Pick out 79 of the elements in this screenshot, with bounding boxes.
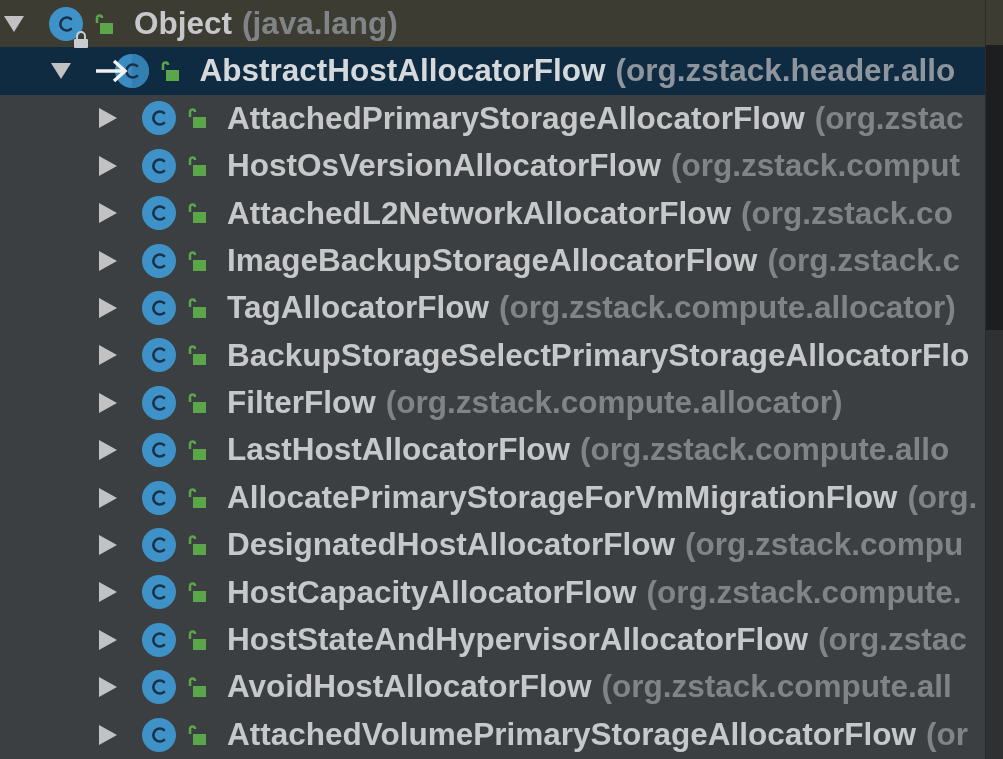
- class-name: AbstractHostAllocatorFlow: [199, 55, 606, 87]
- package-name: (org.zstack.header.allo: [615, 55, 956, 87]
- class-name: BackupStorageSelectPrimaryStorageAllocatorFlo: [227, 339, 970, 372]
- package-name: (org.zstack.compute.all: [601, 671, 952, 703]
- open-lock-icon: [188, 298, 206, 319]
- class-name: DesignatedHostAllocatorFlow: [227, 529, 676, 561]
- package-name: (org.zstack.compute.allocator): [385, 387, 843, 419]
- package-name: (or: [926, 718, 969, 751]
- package-name: (org.zstack.compute.allo: [580, 434, 950, 466]
- package-name: (org.zstack.c: [767, 244, 960, 277]
- open-lock-icon: [188, 629, 206, 650]
- package-name: (org.zstack.compute.allocator): [498, 292, 956, 324]
- open-lock-icon: [188, 155, 206, 176]
- open-lock-icon: [188, 392, 206, 413]
- tree-row[interactable]: HostCapacityAllocatorFlow (org.zstack.compute.: [0, 568, 985, 617]
- triangle-right-icon[interactable]: [99, 108, 117, 129]
- class-name: Object: [134, 7, 233, 40]
- class-name: AttachedVolumePrimaryStorageAllocatorFlow: [227, 718, 917, 751]
- triangle-right-icon[interactable]: [99, 582, 117, 603]
- triangle-down-icon[interactable]: [50, 63, 71, 80]
- tree-row[interactable]: TagAllocatorFlow (org.zstack.compute.allocator): [0, 284, 985, 332]
- tree-row[interactable]: BackupStorageSelectPrimaryStorageAllocatorFlo: [0, 331, 985, 380]
- open-lock-icon: [188, 535, 206, 555]
- tree-row[interactable]: AttachedL2NetworkAllocatorFlow (org.zstack.co: [0, 189, 985, 237]
- open-lock-icon: [188, 203, 206, 224]
- open-lock-icon: [160, 61, 179, 82]
- tree-row[interactable]: Object (java.lang): [0, 0, 985, 48]
- triangle-right-icon[interactable]: [99, 487, 117, 508]
- class-name: FilterFlow: [227, 387, 376, 419]
- triangle-down-icon[interactable]: [4, 15, 24, 32]
- package-name: (org.zstac: [814, 102, 964, 135]
- triangle-right-icon[interactable]: [99, 724, 117, 745]
- class-name: LastHostAllocatorFlow: [227, 434, 571, 466]
- triangle-right-icon[interactable]: [99, 535, 117, 555]
- triangle-right-icon[interactable]: [99, 345, 117, 366]
- class-name: AttachedL2NetworkAllocatorFlow: [227, 197, 732, 229]
- tree-row[interactable]: FilterFlow (org.zstack.compute.allocator): [0, 379, 985, 427]
- tree-row[interactable]: DesignatedHostAllocatorFlow (org.zstack.compu: [0, 521, 985, 569]
- tree-row[interactable]: AttachedPrimaryStorageAllocatorFlow (org.zstac: [0, 94, 985, 143]
- class-name: AttachedPrimaryStorageAllocatorFlow: [227, 102, 805, 135]
- triangle-right-icon[interactable]: [99, 392, 117, 413]
- open-lock-icon: [188, 108, 206, 129]
- tree-row[interactable]: ImageBackupStorageAllocatorFlow (org.zstack.c: [0, 236, 985, 285]
- package-name: (org.zstac: [818, 624, 967, 656]
- open-lock-icon: [188, 487, 206, 508]
- package-name: (org.: [907, 481, 978, 514]
- open-lock-icon: [95, 13, 113, 34]
- class-name: TagAllocatorFlow: [227, 292, 489, 324]
- triangle-right-icon[interactable]: [99, 203, 117, 224]
- triangle-right-icon[interactable]: [99, 155, 117, 176]
- package-name: (java.lang): [242, 7, 398, 40]
- class-name: HostStateAndHypervisorAllocatorFlow: [227, 624, 809, 656]
- class-name: AvoidHostAllocatorFlow: [227, 671, 592, 703]
- triangle-right-icon[interactable]: [99, 629, 117, 650]
- open-lock-icon: [188, 440, 206, 461]
- tree-row[interactable]: AbstractHostAllocatorFlow (org.zstack.header.allo: [0, 47, 985, 95]
- package-name: (org.zstack.compute.: [646, 576, 962, 609]
- class-name: ImageBackupStorageAllocatorFlow: [227, 244, 758, 277]
- package-name: (org.zstack.compu: [685, 529, 964, 561]
- open-lock-icon: [188, 677, 206, 698]
- tree-row[interactable]: AvoidHostAllocatorFlow (org.zstack.compute.all: [0, 663, 985, 711]
- triangle-right-icon[interactable]: [99, 298, 117, 319]
- package-name: (org.zstack.co: [741, 197, 953, 229]
- open-lock-icon: [188, 250, 206, 271]
- triangle-right-icon[interactable]: [99, 677, 117, 698]
- open-lock-icon: [188, 724, 206, 745]
- tree-row[interactable]: AllocatePrimaryStorageForVmMigrationFlow (org.: [0, 473, 985, 522]
- tree-row[interactable]: LastHostAllocatorFlow (org.zstack.compute.allo: [0, 426, 985, 474]
- tree-row[interactable]: AttachedVolumePrimaryStorageAllocatorFlow (or: [0, 710, 985, 759]
- triangle-right-icon[interactable]: [99, 440, 117, 461]
- tree-row[interactable]: HostStateAndHypervisorAllocatorFlow (org.zstac: [0, 616, 985, 664]
- class-name: AllocatePrimaryStorageForVmMigrationFlow: [227, 481, 898, 514]
- open-lock-icon: [188, 345, 206, 366]
- tree-row[interactable]: HostOsVersionAllocatorFlow (org.zstack.comput: [0, 142, 985, 190]
- class-name: HostOsVersionAllocatorFlow: [227, 150, 662, 182]
- open-lock-icon: [188, 582, 206, 603]
- package-name: (org.zstack.comput: [671, 150, 960, 182]
- triangle-right-icon[interactable]: [99, 250, 117, 271]
- class-name: HostCapacityAllocatorFlow: [227, 576, 637, 609]
